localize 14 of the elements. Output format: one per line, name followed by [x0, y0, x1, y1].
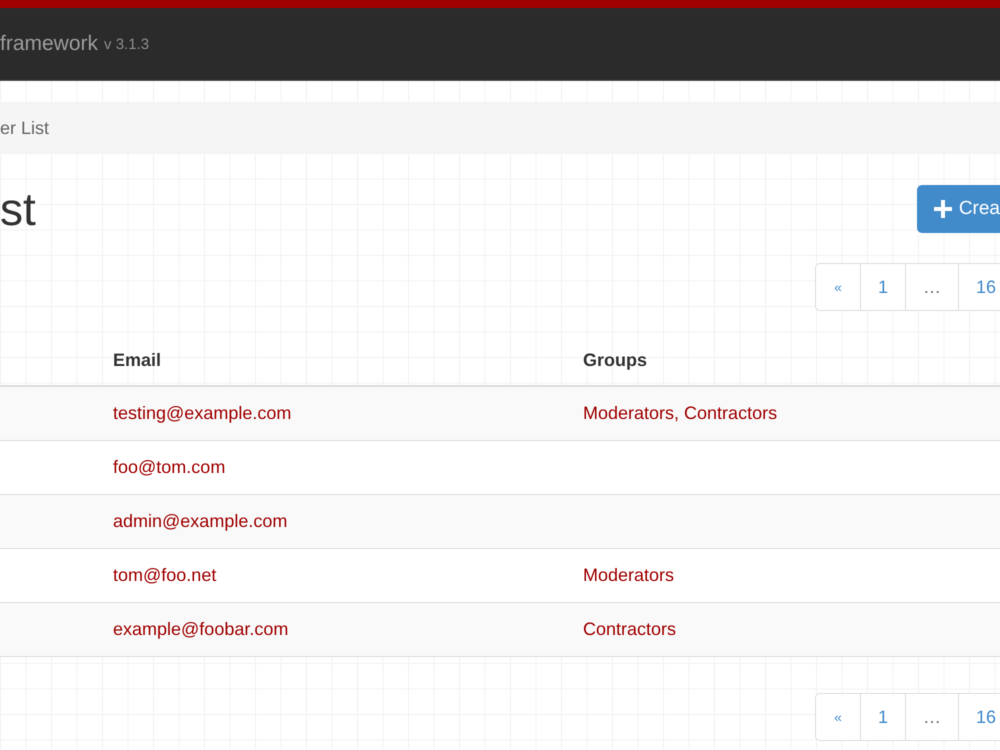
brand-link[interactable]: framework	[0, 32, 98, 56]
group-link[interactable]: Contractors	[583, 619, 676, 639]
group-link[interactable]: Moderators, Contractors	[583, 403, 778, 423]
email-link[interactable]: tom@foo.net	[113, 565, 216, 585]
email-link[interactable]: foo@tom.com	[113, 457, 226, 477]
email-link[interactable]: admin@example.com	[113, 511, 288, 531]
group-link[interactable]: Moderators	[583, 565, 674, 585]
create-button[interactable]: Crea	[916, 185, 1000, 233]
page-title: st	[0, 183, 36, 235]
email-link[interactable]: testing@example.com	[113, 403, 292, 423]
breadcrumb-item: er List	[0, 118, 50, 138]
plus-icon	[932, 199, 953, 219]
version-label: v 3.1.3	[104, 36, 150, 52]
email-link[interactable]: example@foobar.com	[113, 619, 288, 639]
